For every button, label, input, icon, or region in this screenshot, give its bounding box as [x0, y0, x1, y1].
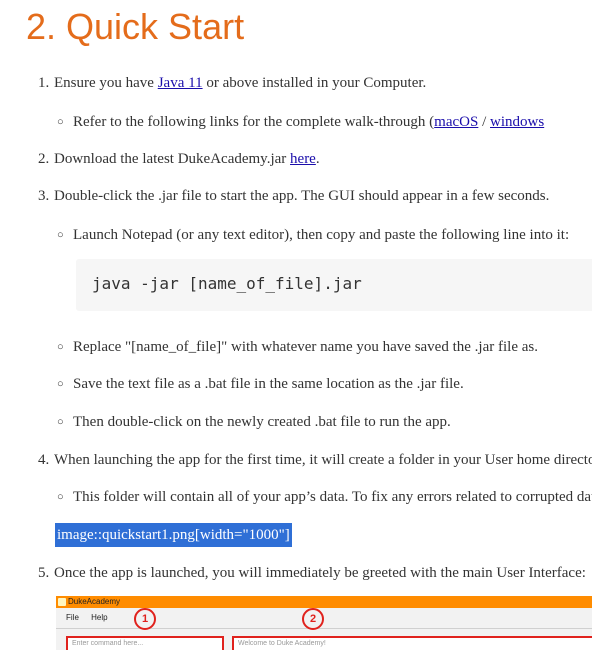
callout-1: 1	[134, 608, 156, 630]
step-1: 1. Ensure you have Java 11 or above insta…	[38, 75, 427, 91]
code-text: java -jar [name_of_file].jar	[92, 274, 362, 293]
menu-file: File	[66, 613, 79, 622]
step-3-sub-launch: ○ Launch Notepad (or any text editor), th…	[57, 227, 570, 243]
selected-image-macro[interactable]: image::quickstart1.png[width="1000"]	[55, 523, 292, 547]
bullet-icon: ○	[57, 491, 64, 503]
bullet-icon: ○	[57, 378, 64, 390]
app-title: DukeAcademy	[68, 597, 121, 606]
macos-link[interactable]: macOS	[434, 114, 478, 130]
step-number: 5.	[38, 565, 50, 581]
callout-2: 2	[302, 608, 324, 630]
command-placeholder: Enter command here...	[72, 640, 144, 647]
java-11-link[interactable]: Java 11	[158, 75, 203, 91]
welcome-text: Welcome to Duke Academy!	[238, 640, 326, 647]
step-3-sub-save: ○ Save the text file as a .bat file in th…	[57, 376, 464, 392]
download-here-link[interactable]: here	[290, 151, 316, 167]
menu-divider	[56, 628, 592, 629]
step-5: 5. Once the app is launched, you will imm…	[38, 565, 586, 581]
step-1-sub: ○ Refer to the following links for the co…	[57, 114, 545, 130]
bullet-icon: ○	[57, 416, 64, 428]
step-number: 2.	[38, 151, 50, 167]
app-logo-icon	[58, 598, 66, 606]
step-2: 2. Download the latest DukeAcademy.jar he…	[38, 151, 320, 167]
result-display: Welcome to Duke Academy!	[232, 636, 592, 650]
bullet-icon: ○	[57, 116, 64, 128]
step-number: 4.	[38, 452, 50, 468]
step-3-sub-replace: ○ Replace "[name_of_file]" with whatever …	[57, 339, 538, 355]
step-3: 3. Double-click the .jar file to start th…	[38, 188, 550, 204]
code-block: java -jar [name_of_file].jar	[76, 259, 592, 311]
step-4: 4. When launching the app for the first t…	[38, 452, 592, 468]
app-screenshot-image: DukeAcademy File Help 1 2 Enter command …	[56, 596, 592, 650]
section-heading: 2. Quick Start	[26, 6, 245, 47]
step-number: 1.	[38, 75, 50, 91]
step-4-sub: ○ This folder will contain all of your ap…	[57, 489, 592, 505]
menu-help: Help	[91, 613, 108, 622]
step-3-sub-run: ○ Then double-click on the newly created …	[57, 414, 451, 430]
step-number: 3.	[38, 188, 50, 204]
windows-link[interactable]: windows	[490, 114, 544, 130]
bullet-icon: ○	[57, 229, 64, 241]
bullet-icon: ○	[57, 341, 64, 353]
app-menu-bar: File Help	[66, 613, 118, 622]
command-box: Enter command here...	[66, 636, 224, 650]
app-title-bar: DukeAcademy	[56, 596, 592, 608]
